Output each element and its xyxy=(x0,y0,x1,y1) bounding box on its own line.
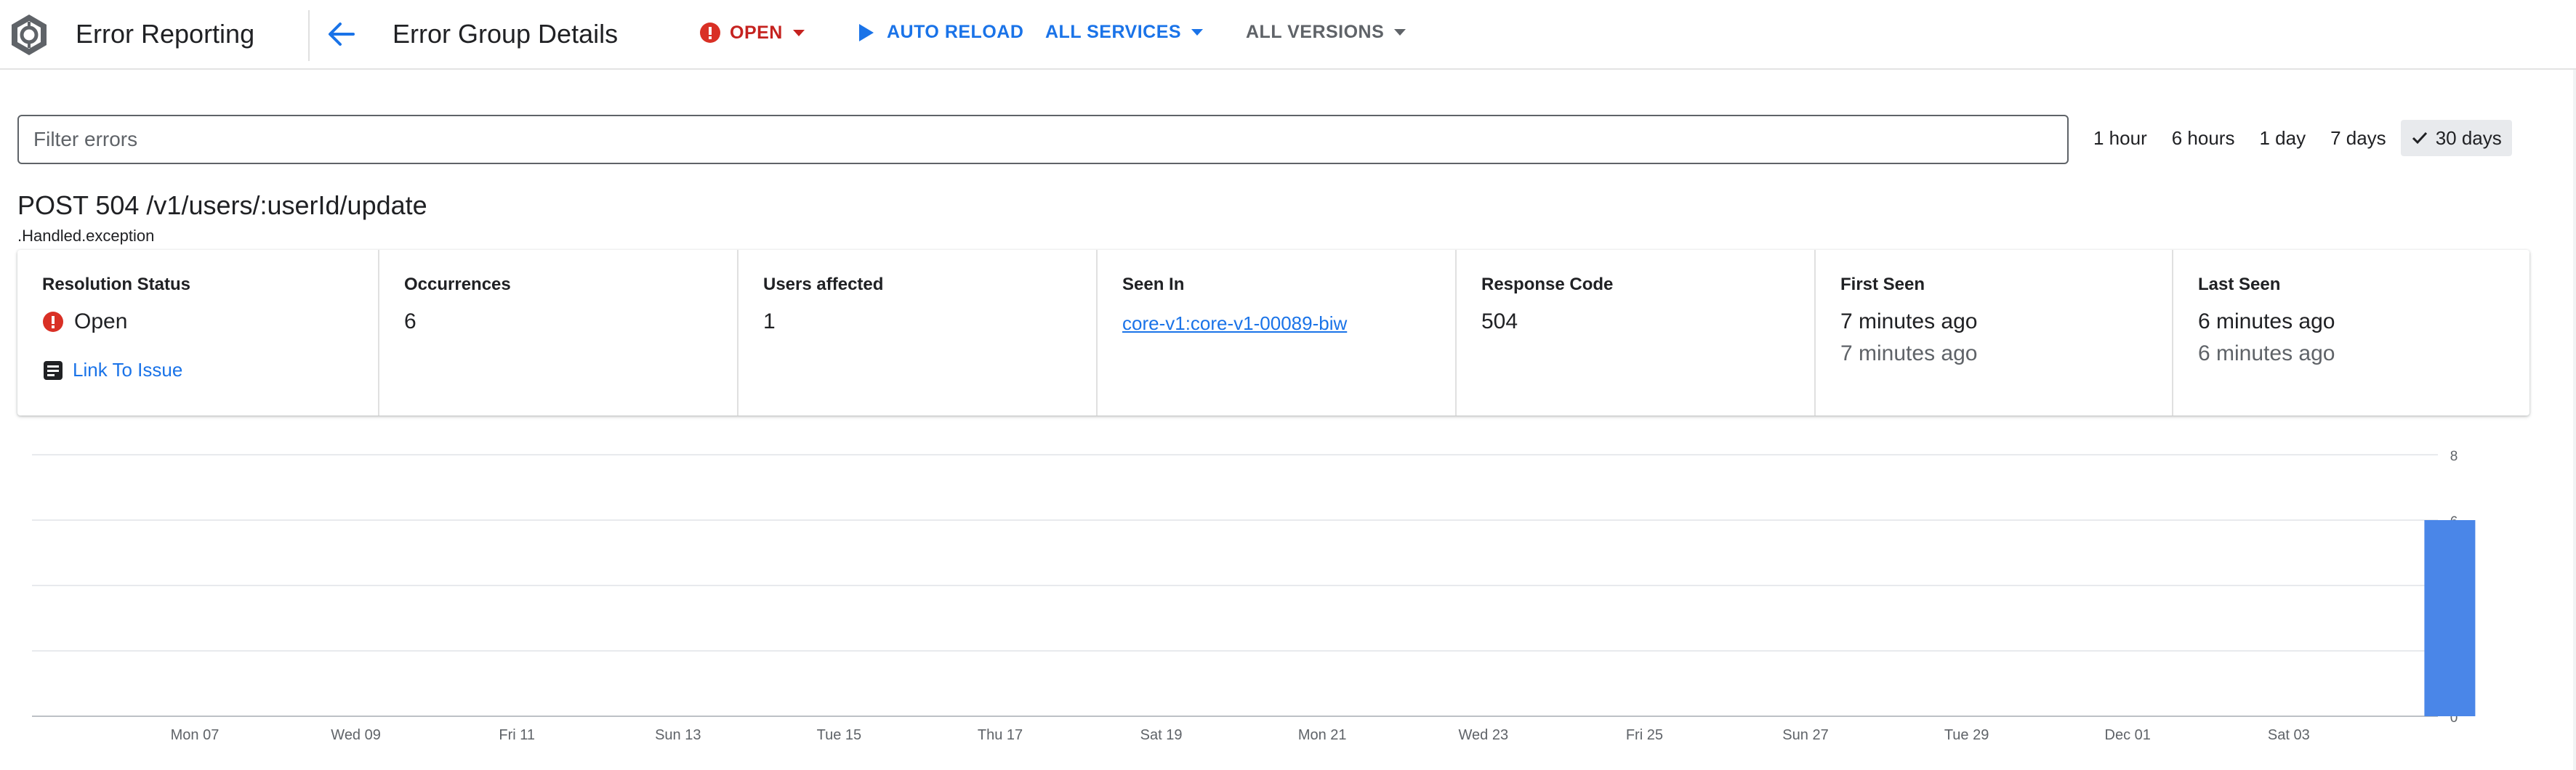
auto-reload-label: AUTO RELOAD xyxy=(887,22,1024,42)
check-icon xyxy=(2412,131,2427,145)
occurrences-label: Occurrences xyxy=(404,275,511,294)
resolution-status-column: Resolution Status Open Link To Issue xyxy=(17,250,378,416)
back-arrow-icon[interactable] xyxy=(324,17,358,51)
response-code-value: 504 xyxy=(1481,309,1518,333)
occurrence-bar xyxy=(2424,520,2476,716)
seen-in-label: Seen In xyxy=(1122,275,1185,294)
range-7-days[interactable]: 7 days xyxy=(2320,120,2396,156)
link-to-issue-label: Link To Issue xyxy=(73,359,183,381)
users-affected-column: Users affected 1 xyxy=(737,250,1096,416)
response-code-column: Response Code 504 xyxy=(1455,250,1814,416)
x-tick-label: Fri 25 xyxy=(1626,727,1663,743)
error-group-subtitle: .Handled.exception xyxy=(17,227,155,245)
resolution-status-text: Open xyxy=(74,309,128,333)
occurrences-chart: 02468Mon 07Wed 09Fri 11Sun 13Tue 15Thu 1… xyxy=(32,449,2476,743)
x-tick-label: Tue 29 xyxy=(1944,727,1989,743)
top-bar: Error Reporting Error Group Details OPEN… xyxy=(0,0,2576,70)
users-affected-label: Users affected xyxy=(763,275,884,294)
last-seen-value: 6 minutes ago xyxy=(2198,309,2335,333)
x-tick-label: Tue 15 xyxy=(817,727,862,743)
app-title: Error Reporting xyxy=(76,19,255,49)
x-tick-label: Fri 11 xyxy=(499,727,535,743)
page-title: Error Group Details xyxy=(393,19,619,49)
occurrences-value: 6 xyxy=(404,309,416,333)
error-details-card: Resolution Status Open Link To Issue Occ… xyxy=(17,250,2529,416)
seen-in-column: Seen In core-v1:core-v1-00089-biw xyxy=(1096,250,1455,416)
chevron-down-icon xyxy=(792,29,805,36)
last-seen-column: Last Seen 6 minutes ago 6 minutes ago xyxy=(2172,250,2529,416)
resolution-status-value[interactable]: Open xyxy=(42,309,378,334)
filter-errors-input[interactable] xyxy=(17,115,2069,164)
first-seen-value-secondary: 7 minutes ago xyxy=(1840,341,1978,365)
error-icon xyxy=(43,312,63,332)
status-dropdown-label: OPEN xyxy=(730,22,783,43)
resolution-status-label: Resolution Status xyxy=(42,275,191,294)
first-seen-column: First Seen 7 minutes ago 7 minutes ago xyxy=(1814,250,2172,416)
chevron-down-icon xyxy=(1191,29,1204,36)
first-seen-label: First Seen xyxy=(1840,275,1925,294)
status-dropdown[interactable]: OPEN xyxy=(699,22,805,44)
error-group-title: POST 504 /v1/users/:userId/update xyxy=(17,190,427,220)
range-1-hour[interactable]: 1 hour xyxy=(2083,120,2157,156)
chevron-down-icon xyxy=(1394,29,1406,36)
y-tick-label: 8 xyxy=(2450,449,2458,464)
x-tick-label: Sun 13 xyxy=(655,727,701,743)
time-range-selector: 1 hour 6 hours 1 day 7 days 30 days xyxy=(2079,119,2512,157)
error-icon xyxy=(700,23,720,43)
versions-dropdown-label: ALL VERSIONS xyxy=(1246,22,1385,42)
note-icon xyxy=(44,360,63,380)
play-icon xyxy=(859,23,874,41)
seen-in-link[interactable]: core-v1:core-v1-00089-biw xyxy=(1122,312,1347,335)
x-tick-label: Wed 09 xyxy=(331,727,381,743)
x-tick-label: Sun 27 xyxy=(1782,727,1828,743)
range-30-days[interactable]: 30 days xyxy=(2400,120,2512,156)
x-tick-label: Sat 03 xyxy=(2268,727,2310,743)
range-6-hours[interactable]: 6 hours xyxy=(2162,120,2245,156)
last-seen-label: Last Seen xyxy=(2198,275,2281,294)
header-divider xyxy=(308,10,310,61)
auto-reload-button[interactable]: AUTO RELOAD xyxy=(859,22,1023,43)
x-tick-label: Sat 19 xyxy=(1140,727,1183,743)
link-to-issue-button[interactable]: Link To Issue xyxy=(42,359,378,381)
services-dropdown-label: ALL SERVICES xyxy=(1045,22,1182,42)
x-tick-label: Mon 21 xyxy=(1298,727,1347,743)
error-reporting-logo-icon xyxy=(12,15,47,55)
x-tick-label: Dec 01 xyxy=(2105,727,2151,743)
users-affected-value: 1 xyxy=(763,309,776,333)
services-dropdown[interactable]: ALL SERVICES xyxy=(1045,22,1204,43)
last-seen-value-secondary: 6 minutes ago xyxy=(2198,341,2335,365)
response-code-label: Response Code xyxy=(1481,275,1614,294)
range-1-day[interactable]: 1 day xyxy=(2249,120,2316,156)
x-tick-label: Wed 23 xyxy=(1459,727,1509,743)
versions-dropdown[interactable]: ALL VERSIONS xyxy=(1246,22,1406,43)
occurrences-column: Occurrences 6 xyxy=(378,250,737,416)
range-30-days-label: 30 days xyxy=(2435,126,2502,149)
first-seen-value: 7 minutes ago xyxy=(1840,309,1978,333)
scrollbar-track[interactable] xyxy=(2573,70,2576,770)
x-tick-label: Thu 17 xyxy=(978,727,1023,743)
x-tick-label: Mon 07 xyxy=(171,727,220,743)
